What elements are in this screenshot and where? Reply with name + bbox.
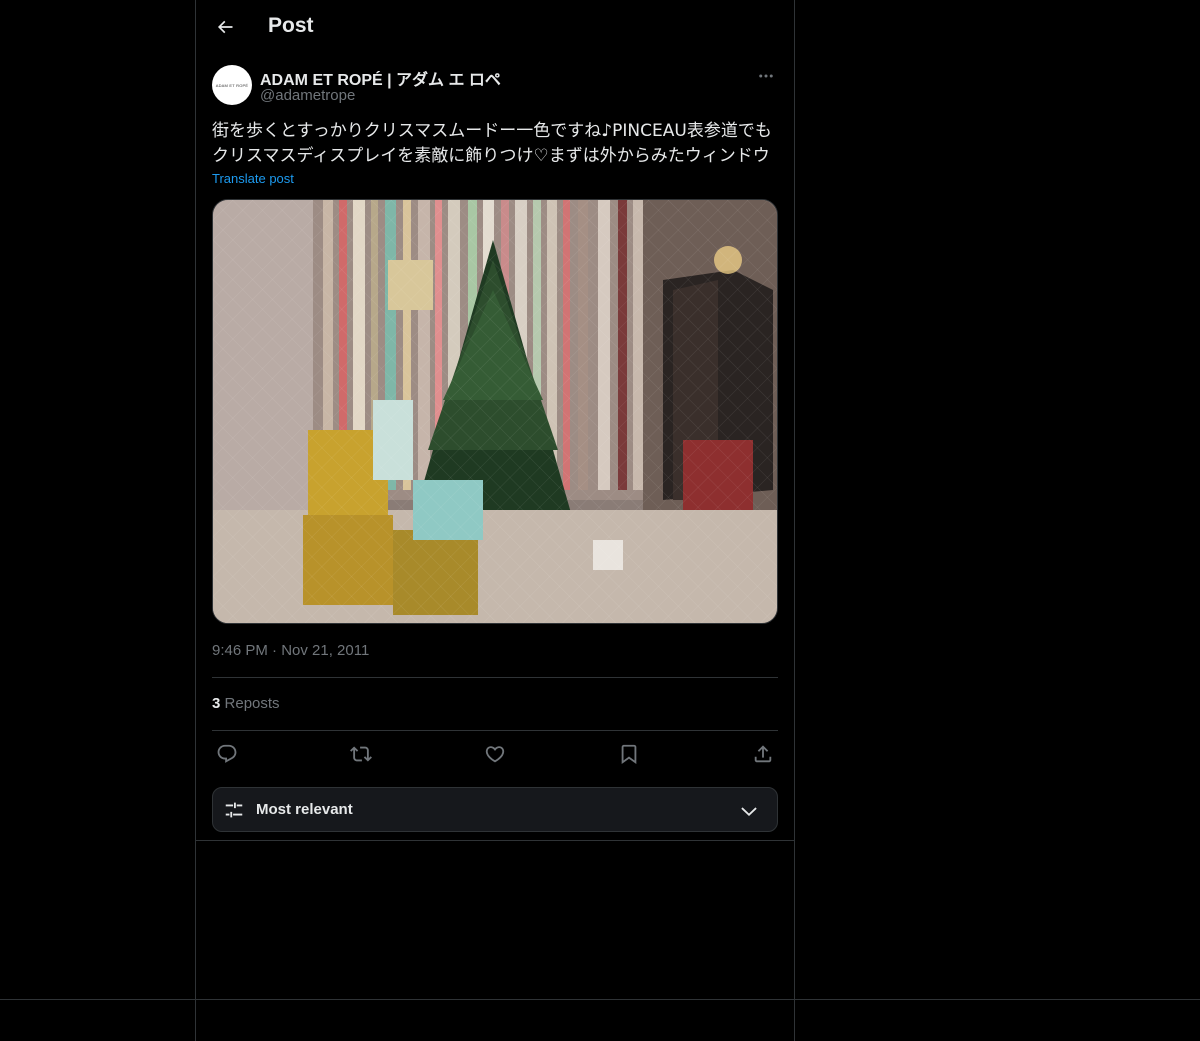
tweet-timestamp[interactable]: 9:46 PM · Nov 21, 2011	[212, 642, 369, 659]
repost-button[interactable]	[346, 740, 376, 768]
divider	[212, 677, 778, 678]
more-horizontal-icon	[759, 74, 773, 78]
reply-sort-dropdown[interactable]: Most relevant	[212, 787, 778, 832]
header: Post	[196, 0, 794, 54]
christmas-window-photo	[213, 200, 777, 623]
reply-icon	[217, 744, 237, 763]
tweet-actions	[212, 740, 778, 768]
translate-post-link[interactable]: Translate post	[212, 171, 294, 186]
tweet-text-line: 街を歩くとすっかりクリスマスムードー一色ですね♪PINCEAU表参道でも	[212, 121, 772, 141]
chevron-down-icon	[741, 807, 757, 817]
divider	[196, 840, 794, 841]
author-handle[interactable]: @adametrope	[260, 87, 355, 104]
bottom-divider	[0, 999, 1200, 1000]
bookmark-icon	[621, 744, 637, 765]
repost-icon	[350, 746, 372, 762]
share-icon	[754, 745, 772, 763]
tweet-text-line: クリスマスディスプレイを素敵に飾りつけ♡まずは外からみたウィンドウ	[212, 146, 770, 166]
like-button[interactable]	[480, 740, 510, 768]
page-title: Post	[268, 14, 314, 37]
avatar[interactable]: ADAM ET ROPÉ	[212, 65, 252, 105]
tweet-text: 街を歩くとすっかりクリスマスムードー一色ですね♪PINCEAU表参道でも クリス…	[212, 119, 782, 169]
author-row: ADAM ET ROPÉ ADAM ET ROPÉ | アダム エ ロペ @ad…	[212, 64, 778, 108]
arrow-left-icon	[217, 20, 233, 34]
reposts-stat[interactable]: 3 Reposts	[212, 695, 280, 712]
bookmark-button[interactable]	[614, 740, 644, 768]
sort-label: Most relevant	[256, 801, 353, 818]
back-button[interactable]	[210, 12, 240, 42]
more-options-button[interactable]	[754, 64, 778, 88]
divider	[212, 730, 778, 731]
reposts-count: 3	[212, 695, 221, 712]
reply-button[interactable]	[212, 740, 242, 768]
share-button[interactable]	[748, 740, 778, 768]
reposts-label: Reposts	[224, 695, 280, 712]
main-column: Post ADAM ET ROPÉ ADAM ET ROPÉ | アダム エ ロ…	[195, 0, 795, 1041]
avatar-logo-text: ADAM ET ROPÉ	[215, 82, 249, 88]
sliders-icon	[225, 802, 243, 818]
heart-icon	[485, 746, 505, 763]
tweet-photo[interactable]	[212, 199, 778, 624]
